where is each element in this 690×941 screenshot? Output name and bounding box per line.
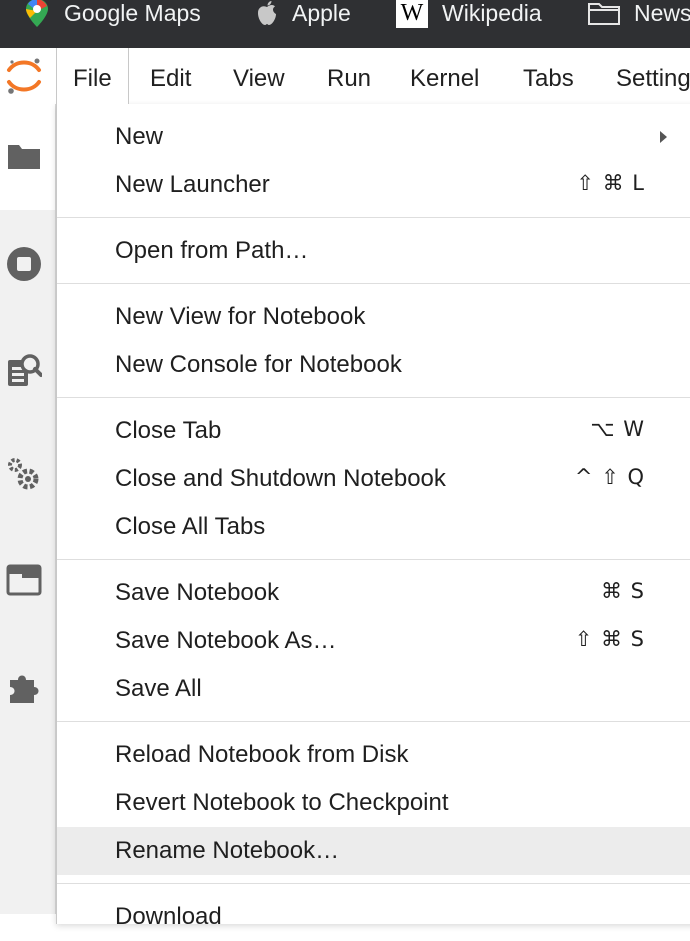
menu-item-new-view-for-notebook[interactable]: New View for Notebook	[57, 293, 690, 341]
menu-item-label: New	[115, 123, 164, 150]
google-maps-icon	[24, 0, 50, 28]
menu-item-shortcut: ⇧ ⌘ L	[576, 171, 645, 195]
bookmark-apple[interactable]: Apple	[256, 0, 351, 26]
menu-item-download[interactable]: Download	[57, 893, 690, 941]
menu-item-label: New View for Notebook	[115, 303, 366, 330]
bookmark-google-maps[interactable]: Google Maps	[24, 0, 201, 28]
file-menu-dropdown: New New Launcher ⇧ ⌘ L Open from Path… N…	[56, 104, 690, 930]
menu-item-reload-notebook-from-disk[interactable]: Reload Notebook from Disk	[57, 731, 690, 779]
menu-file[interactable]: File	[56, 48, 129, 104]
menu-item-save-notebook[interactable]: Save Notebook ⌘ S	[57, 569, 690, 617]
menu-item-new-console-for-notebook[interactable]: New Console for Notebook	[57, 341, 690, 389]
wikipedia-icon: W	[396, 0, 428, 28]
menu-item-label: Close Tab	[115, 417, 222, 444]
jupyter-logo-icon	[4, 56, 44, 96]
menu-item-close-all-tabs[interactable]: Close All Tabs	[57, 503, 690, 551]
menu-item-label: Download	[115, 903, 222, 930]
menu-item-label: New Launcher	[115, 171, 270, 198]
bookmark-news-folder[interactable]: News	[588, 0, 690, 26]
menu-item-label: Close and Shutdown Notebook	[115, 465, 446, 492]
bookmark-label: Wikipedia	[442, 0, 542, 26]
gears-icon[interactable]	[6, 456, 42, 492]
menu-item-label: New Console for Notebook	[115, 351, 402, 378]
menu-view[interactable]: View	[217, 48, 301, 104]
menu-item-shortcut: ^ ⇧ Q	[574, 465, 645, 489]
menu-separator	[57, 217, 690, 218]
menu-item-label: Open from Path…	[115, 237, 309, 264]
property-inspector-icon[interactable]	[6, 352, 42, 388]
bookmark-wikipedia[interactable]: W Wikipedia	[396, 0, 542, 28]
left-sidebar	[0, 104, 56, 914]
menu-separator	[57, 283, 690, 284]
wikipedia-icon-glyph: W	[400, 0, 424, 26]
menu-item-label: Save Notebook	[115, 579, 280, 606]
menu-item-close-tab[interactable]: Close Tab ⌥ W	[57, 407, 690, 455]
tabs-icon[interactable]	[6, 562, 42, 598]
menu-settings[interactable]: Settings	[600, 48, 690, 104]
menu-item-shortcut: ⌥ W	[590, 417, 645, 441]
menu-item-label: Close All Tabs	[115, 513, 266, 540]
menu-edit[interactable]: Edit	[134, 48, 207, 104]
folder-icon[interactable]	[6, 138, 42, 174]
menu-separator	[57, 559, 690, 560]
main-menubar: File Edit View Run Kernel Tabs Settings	[0, 48, 690, 105]
menu-item-save-all[interactable]: Save All	[57, 665, 690, 713]
menu-separator	[57, 397, 690, 398]
menu-item-shortcut: ⌘ S	[600, 579, 645, 603]
menu-item-label: Revert Notebook to Checkpoint	[115, 789, 449, 816]
bookmark-label: Apple	[292, 0, 351, 26]
menu-item-close-and-shutdown-notebook[interactable]: Close and Shutdown Notebook ^ ⇧ Q	[57, 455, 690, 503]
menu-item-label: Reload Notebook from Disk	[115, 741, 409, 768]
submenu-arrow-icon	[660, 131, 667, 143]
menu-item-rename-notebook[interactable]: Rename Notebook…	[57, 827, 690, 875]
menu-item-shortcut: ⇧ ⌘ S	[574, 627, 645, 651]
menu-item-label: Save All	[115, 675, 202, 702]
apple-icon	[256, 0, 278, 26]
bookmark-label: News	[634, 0, 690, 26]
menu-item-open-from-path[interactable]: Open from Path…	[57, 227, 690, 275]
menu-item-new-launcher[interactable]: New Launcher ⇧ ⌘ L	[57, 161, 690, 209]
menu-item-save-notebook-as[interactable]: Save Notebook As… ⇧ ⌘ S	[57, 617, 690, 665]
bookmark-label: Google Maps	[64, 0, 201, 26]
extension-puzzle-icon[interactable]	[6, 670, 42, 706]
menu-tabs[interactable]: Tabs	[507, 48, 590, 104]
menu-item-label: Rename Notebook…	[115, 837, 340, 864]
menu-separator	[57, 721, 690, 722]
stop-circle-icon[interactable]	[6, 246, 42, 282]
menu-item-new[interactable]: New	[57, 113, 690, 161]
menu-separator	[57, 883, 690, 884]
menu-item-label: Save Notebook As…	[115, 627, 337, 654]
folder-icon	[588, 1, 620, 25]
menu-item-revert-notebook-to-checkpoint[interactable]: Revert Notebook to Checkpoint	[57, 779, 690, 827]
bookmarks-bar: Google Maps Apple W Wikipedia News	[0, 0, 690, 48]
menu-run[interactable]: Run	[311, 48, 387, 104]
menu-kernel[interactable]: Kernel	[394, 48, 495, 104]
